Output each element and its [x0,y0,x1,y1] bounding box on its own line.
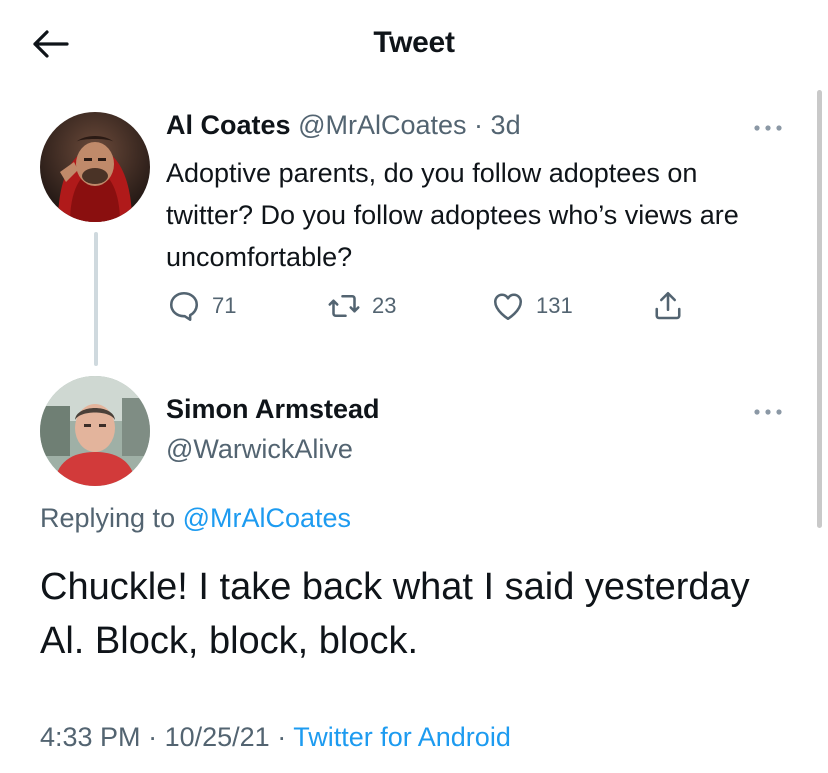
main-tweet-author-handle[interactable]: @WarwickAlive [166,434,353,465]
heart-icon [493,293,523,321]
top-app-bar: Tweet [0,0,828,92]
separator-dot: · [474,110,484,140]
author-handle[interactable]: @MrAlCoates [298,110,466,140]
timestamp-relative[interactable]: 3d [491,110,521,140]
replying-to-line: Replying to @MrAlCoates [40,503,351,534]
main-tweet-text: Chuckle! I take back what I said yesterd… [40,566,750,662]
like-count: 131 [536,293,573,318]
share-icon [655,291,681,320]
reply-count: 71 [212,293,237,318]
parent-tweet-header: Al Coates @MrAlCoates · 3d [166,110,521,141]
more-horizontal-icon [754,409,782,415]
separator-dot: · [277,722,287,752]
retweet-count: 23 [372,293,397,318]
retweet-icon [328,294,360,318]
parent-tweet-more-button[interactable] [748,116,788,140]
reply-icon [169,291,199,321]
replying-to-handle-link[interactable]: @MrAlCoates [183,503,351,533]
avatar-al-coates[interactable] [40,112,150,222]
tweet-source-link[interactable]: Twitter for Android [293,722,511,752]
tweet-metadata: 4:33 PM · 10/25/21 · Twitter for Android [40,722,511,753]
more-horizontal-icon [754,125,782,131]
share-button[interactable] [650,288,686,324]
parent-tweet-actions: 71 23 131 [166,288,706,328]
like-button[interactable]: 131 [490,288,573,324]
replying-to-label: Replying to [40,503,183,533]
retweet-button[interactable]: 23 [326,288,396,324]
main-tweet-more-button[interactable] [748,400,788,424]
separator-dot: · [148,722,158,752]
tweet-time[interactable]: 4:33 PM [40,722,141,752]
main-tweet-author-name[interactable]: Simon Armstead [166,394,380,425]
reply-button[interactable]: 71 [166,288,236,324]
thread-connector-line [94,232,98,366]
avatar-simon-armstead[interactable] [40,376,150,486]
scrollbar[interactable] [817,90,822,528]
parent-tweet-text: Adoptive parents, do you follow adoptees… [166,158,739,272]
author-name[interactable]: Al Coates [166,110,291,140]
tweet-date[interactable]: 10/25/21 [165,722,270,752]
page-title: Tweet [373,26,455,59]
